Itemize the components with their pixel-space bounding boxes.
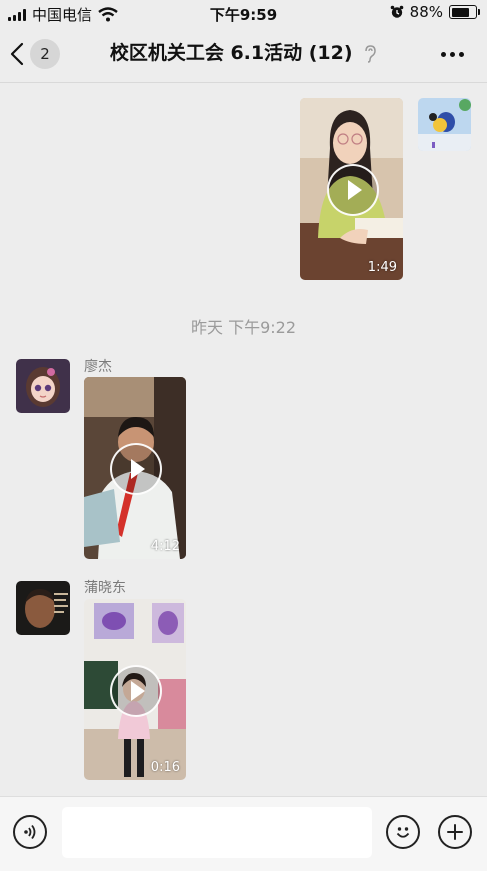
message-input[interactable] (62, 807, 372, 858)
avatar-image (16, 359, 70, 413)
voice-icon (24, 824, 36, 840)
play-icon (110, 443, 162, 495)
battery-percent: 88% (409, 3, 443, 21)
chat-title: 校区机关工会 6.1活动 (12) (109, 42, 353, 64)
play-icon (326, 164, 379, 216)
chat-input-bar (0, 796, 487, 871)
more-icon-dot (440, 51, 446, 57)
my-avatar[interactable] (418, 98, 471, 151)
sender-avatar[interactable] (16, 581, 70, 635)
nav-divider (0, 82, 487, 83)
alarm-icon (390, 5, 403, 18)
chat-title-wrap: 校区机关工会 6.1活动 (12) (0, 38, 487, 65)
chat-nav-bar: 2 校区机关工会 6.1活动 (12) (0, 26, 487, 82)
avatar-image (418, 98, 471, 151)
status-right: 88% (390, 3, 480, 21)
sender-avatar[interactable] (16, 359, 70, 413)
battery-fill (451, 7, 470, 17)
voice-button[interactable] (13, 815, 47, 849)
video-message[interactable]: 0:16 (84, 599, 186, 780)
sender-name: 廖杰 (84, 359, 112, 375)
more-icon-dot (449, 51, 455, 57)
plus-icon (447, 824, 463, 840)
more-button[interactable] (435, 40, 469, 68)
more-icon-dot (458, 51, 464, 57)
video-message[interactable]: 4:12 (84, 377, 186, 559)
plus-button[interactable] (438, 815, 472, 849)
battery-tip (478, 9, 480, 15)
status-bar: 中国电信 下午9:59 88% (0, 0, 487, 26)
earpiece-icon (365, 44, 376, 63)
chat-timestamp: 昨天 下午9:22 (190, 318, 297, 337)
video-duration: 1:49 (367, 260, 397, 275)
video-duration: 4:12 (150, 539, 180, 554)
emoji-button[interactable] (386, 815, 420, 849)
emoji-icon (396, 827, 410, 838)
video-message[interactable]: 1:49 (300, 98, 403, 280)
video-duration: 0:16 (150, 760, 180, 775)
sender-name: 蒲晓东 (84, 580, 126, 596)
play-icon (110, 664, 162, 717)
avatar-image (16, 581, 70, 635)
battery-icon (449, 5, 480, 19)
